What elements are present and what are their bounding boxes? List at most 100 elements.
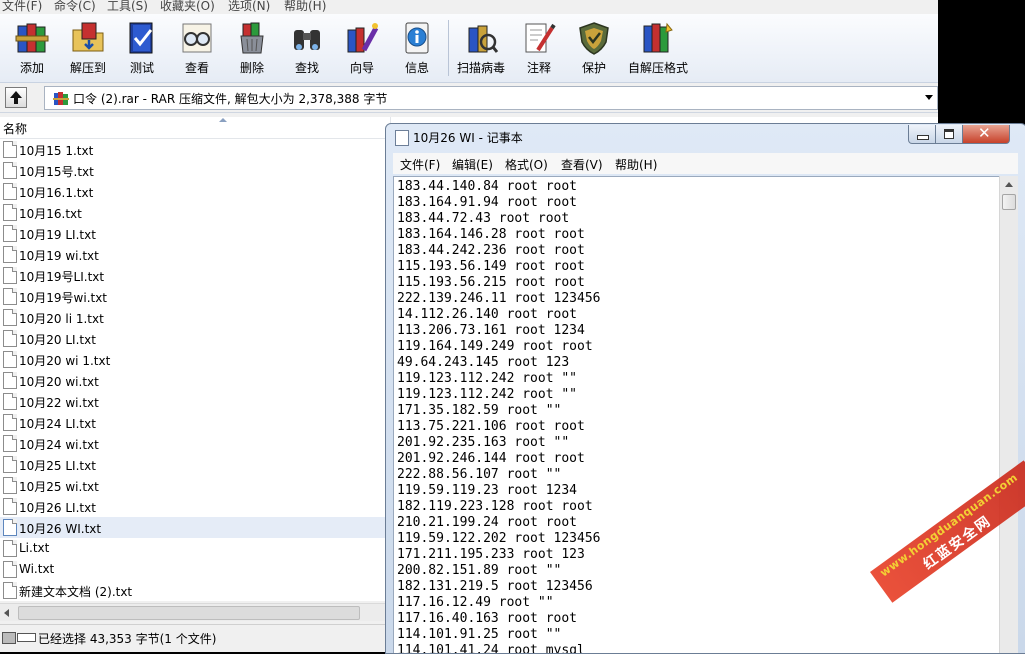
menu-favorites[interactable]: 收藏夹(O) bbox=[160, 0, 215, 14]
add-label: 添加 bbox=[19, 61, 44, 75]
protect-label: 保护 bbox=[581, 61, 606, 75]
book-check-icon bbox=[129, 22, 153, 54]
comment-label: 注释 bbox=[526, 61, 551, 75]
file-row[interactable]: 10月20 wi 1.txt bbox=[0, 349, 388, 370]
minimize-button[interactable] bbox=[908, 125, 936, 144]
menu-tools[interactable]: 工具(S) bbox=[107, 0, 148, 14]
extract-to-button[interactable]: 解压到 bbox=[62, 20, 114, 80]
winrar-menubar: 文件(F) 命令(C) 工具(S) 收藏夹(O) 选项(N) 帮助(H) bbox=[0, 0, 938, 14]
key-icon bbox=[17, 633, 36, 642]
text-file-icon bbox=[3, 393, 17, 410]
file-name: 10月20 LI.txt bbox=[19, 333, 96, 347]
np-menu-help[interactable]: 帮助(H) bbox=[615, 156, 657, 173]
file-row[interactable]: 10月20 wi.txt bbox=[0, 370, 388, 391]
address-bar: 口令 (2).rar - RAR 压缩文件, 解包大小为 2,378,388 字… bbox=[0, 83, 938, 113]
scroll-left-icon[interactable] bbox=[4, 609, 9, 617]
text-file-icon bbox=[3, 498, 17, 515]
file-row[interactable]: 10月25 wi.txt bbox=[0, 475, 388, 496]
menu-file[interactable]: 文件(F) bbox=[2, 0, 42, 14]
np-menu-format[interactable]: 格式(O) bbox=[505, 156, 548, 173]
menu-commands[interactable]: 命令(C) bbox=[54, 0, 96, 14]
scroll-up-icon[interactable] bbox=[1005, 182, 1013, 187]
file-row[interactable]: 10月24 LI.txt bbox=[0, 412, 388, 433]
text-file-icon bbox=[3, 246, 17, 263]
view-button[interactable]: 查看 bbox=[171, 20, 223, 80]
sfx-books-icon bbox=[643, 22, 673, 53]
folder-extract-icon bbox=[72, 22, 104, 52]
protect-button[interactable]: 保护 bbox=[568, 20, 620, 80]
text-file-icon bbox=[3, 540, 17, 557]
delete-button[interactable]: 删除 bbox=[226, 20, 278, 80]
scrollbar-thumb[interactable] bbox=[1002, 194, 1016, 210]
vertical-scrollbar[interactable] bbox=[999, 176, 1018, 653]
file-row[interactable]: 10月19 LI.txt bbox=[0, 223, 388, 244]
text-file-icon bbox=[3, 162, 17, 179]
info-button[interactable]: 信息 bbox=[391, 20, 443, 80]
test-button[interactable]: 测试 bbox=[116, 20, 168, 80]
file-name: 10月20 wi.txt bbox=[19, 375, 99, 389]
file-name: 新建文本文档 (2).txt bbox=[19, 585, 133, 599]
binoculars-find-icon bbox=[294, 30, 320, 50]
text-file-icon bbox=[3, 330, 17, 347]
file-row[interactable]: 10月26 LI.txt bbox=[0, 496, 388, 517]
add-button[interactable]: 添加 bbox=[6, 20, 58, 80]
file-row[interactable]: 10月19号wi.txt bbox=[0, 286, 388, 307]
extract-label: 解压到 bbox=[69, 61, 106, 75]
file-row[interactable]: 10月20 LI.txt bbox=[0, 328, 388, 349]
text-file-icon bbox=[3, 309, 17, 326]
np-menu-edit[interactable]: 编辑(E) bbox=[452, 156, 493, 173]
file-name: 10月25 LI.txt bbox=[19, 459, 96, 473]
np-menu-file[interactable]: 文件(F) bbox=[400, 156, 440, 173]
wizard-button[interactable]: 向导 bbox=[336, 20, 388, 80]
file-row[interactable]: 10月16.txt bbox=[0, 202, 388, 223]
file-name: 10月19 LI.txt bbox=[19, 228, 96, 242]
file-row[interactable]: 10月15 1.txt bbox=[0, 139, 388, 160]
close-icon: ✕ bbox=[978, 124, 991, 142]
file-row[interactable]: Wi.txt bbox=[0, 559, 388, 580]
file-row[interactable]: 10月26 WI.txt bbox=[0, 517, 388, 538]
notepad-titlebar[interactable]: 10月26 WI - 记事本 ✕ bbox=[386, 124, 1025, 150]
maximize-button[interactable] bbox=[935, 125, 963, 144]
menu-options[interactable]: 选项(N) bbox=[228, 0, 270, 14]
text-file-icon bbox=[3, 288, 17, 305]
text-file-icon bbox=[3, 561, 17, 578]
scan-virus-button[interactable]: 扫描病毒 bbox=[455, 20, 507, 80]
file-row[interactable]: 新建文本文档 (2).txt bbox=[0, 580, 388, 601]
notepad-title: 10月26 WI - 记事本 bbox=[413, 131, 523, 145]
np-menu-view[interactable]: 查看(V) bbox=[561, 156, 603, 173]
file-name: 10月24 LI.txt bbox=[19, 417, 96, 431]
file-row[interactable]: 10月24 wi.txt bbox=[0, 433, 388, 454]
file-name: 10月22 wi.txt bbox=[19, 396, 99, 410]
archive-path-dropdown[interactable]: 口令 (2).rar - RAR 压缩文件, 解包大小为 2,378,388 字… bbox=[44, 86, 938, 110]
close-button[interactable]: ✕ bbox=[962, 124, 1010, 144]
file-row[interactable]: 10月20 li 1.txt bbox=[0, 307, 388, 328]
text-file-icon bbox=[3, 141, 17, 158]
file-row[interactable]: 10月19号LI.txt bbox=[0, 265, 388, 286]
up-folder-button[interactable] bbox=[5, 87, 27, 108]
file-name: 10月19 wi.txt bbox=[19, 249, 99, 263]
scrollbar-thumb[interactable] bbox=[18, 606, 360, 620]
file-row[interactable]: Li.txt bbox=[0, 538, 388, 559]
books-add-icon bbox=[15, 23, 49, 53]
wizard-label: 向导 bbox=[349, 61, 374, 75]
comment-button[interactable]: 注释 bbox=[513, 20, 565, 80]
archive-path-text: 口令 (2).rar - RAR 压缩文件, 解包大小为 2,378,388 字… bbox=[73, 92, 388, 106]
file-row[interactable]: 10月15号.txt bbox=[0, 160, 388, 181]
glasses-view-icon bbox=[182, 23, 212, 53]
sfx-button[interactable]: 自解压格式 bbox=[628, 20, 689, 80]
column-name-header[interactable]: 名称 bbox=[3, 120, 27, 137]
file-row[interactable]: 10月19 wi.txt bbox=[0, 244, 388, 265]
notepad-menubar: 文件(F) 编辑(E) 格式(O) 查看(V) 帮助(H) bbox=[393, 153, 1018, 174]
file-row[interactable]: 10月16.1.txt bbox=[0, 181, 388, 202]
dropdown-arrow-icon[interactable] bbox=[925, 95, 933, 100]
file-name: 10月15 1.txt bbox=[19, 144, 94, 158]
menu-help[interactable]: 帮助(H) bbox=[284, 0, 326, 14]
file-row[interactable]: 10月25 LI.txt bbox=[0, 454, 388, 475]
file-row[interactable]: 10月22 wi.txt bbox=[0, 391, 388, 412]
horizontal-scrollbar[interactable] bbox=[0, 603, 388, 621]
sfx-label: 自解压格式 bbox=[628, 61, 689, 75]
file-name: 10月26 LI.txt bbox=[19, 501, 96, 515]
wizard-icon bbox=[347, 23, 379, 53]
find-button[interactable]: 查找 bbox=[281, 20, 333, 80]
toolbar-separator bbox=[448, 20, 449, 76]
